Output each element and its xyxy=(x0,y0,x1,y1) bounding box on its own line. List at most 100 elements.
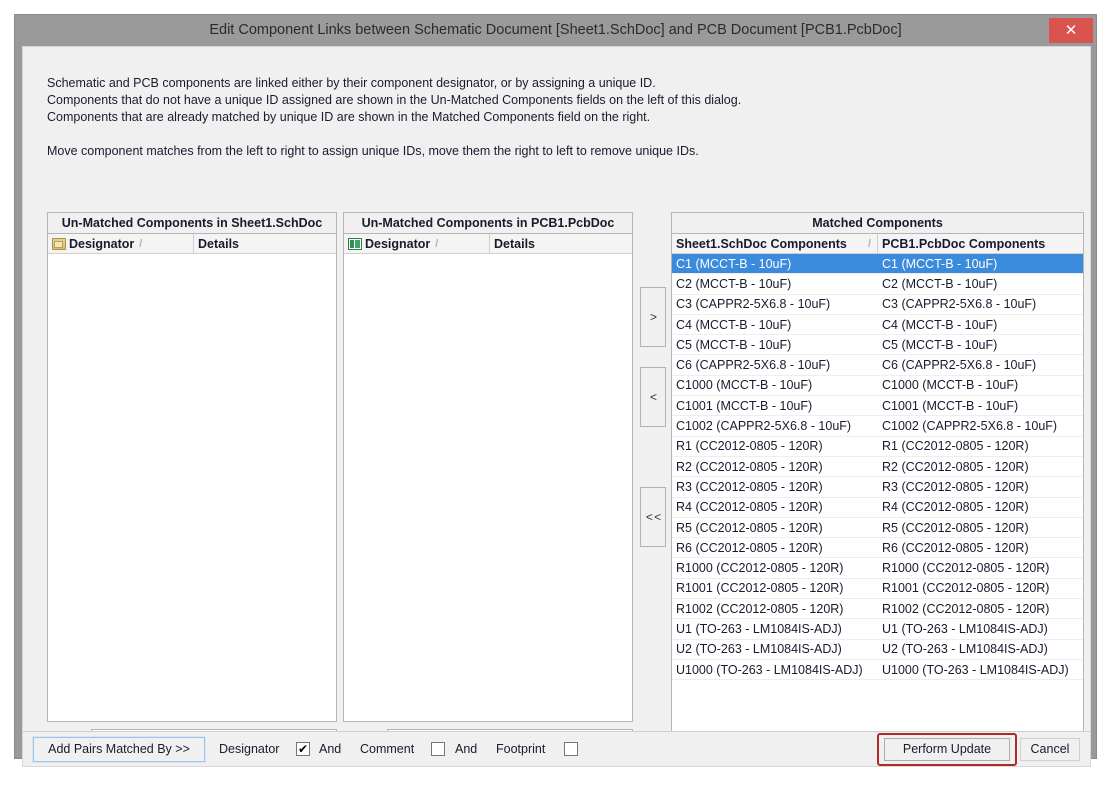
matched-row-pcb-cell: R5 (CC2012-0805 - 120R) xyxy=(882,520,1029,535)
matched-row[interactable]: R3 (CC2012-0805 - 120R) R3 (CC2012-0805 -… xyxy=(672,477,1083,498)
matched-column-header: Sheet1.SchDoc Components / PCB1.PcbDoc C… xyxy=(672,234,1083,254)
matched-row[interactable]: U1000 (TO-263 - LM1084IS-ADJ) U1000 (TO-2… xyxy=(672,660,1083,681)
dialog-client-area: Schematic and PCB components are linked … xyxy=(22,46,1091,753)
matched-row[interactable]: C2 (MCCT-B - 10uF) C2 (MCCT-B - 10uF) xyxy=(672,274,1083,295)
column-pcb-components[interactable]: PCB1.PcbDoc Components xyxy=(878,234,1083,253)
unmatched-pcb-title: Un-Matched Components in PCB1.PcbDoc xyxy=(343,212,633,234)
comment-checkbox[interactable] xyxy=(431,742,445,756)
intro-text: Schematic and PCB components are linked … xyxy=(47,75,1057,160)
matched-row[interactable]: C3 (CAPPR2-5X6.8 - 10uF) C3 (CAPPR2-5X6.8… xyxy=(672,295,1083,315)
unmatched-sch-title: Un-Matched Components in Sheet1.SchDoc xyxy=(47,212,337,234)
matched-row-sch-cell: C1000 (MCCT-B - 10uF) xyxy=(676,378,813,393)
title-bar: Edit Component Links between Schematic D… xyxy=(15,15,1096,46)
matched-row-sch-cell: C3 (CAPPR2-5X6.8 - 10uF) xyxy=(676,297,831,312)
matched-row-pcb-cell: R4 (CC2012-0805 - 120R) xyxy=(882,500,1029,515)
matched-row-sch-cell: C5 (MCCT-B - 10uF) xyxy=(676,337,792,352)
matched-row[interactable]: C1000 (MCCT-B - 10uF) C1000 (MCCT-B - 10u… xyxy=(672,376,1083,397)
matched-row-sch-cell: R6 (CC2012-0805 - 120R) xyxy=(676,540,823,555)
move-all-left-button[interactable]: < < xyxy=(640,487,666,547)
and-label-1: And xyxy=(319,742,342,756)
column-sch-components[interactable]: Sheet1.SchDoc Components / xyxy=(672,234,878,253)
designator-checkbox[interactable]: ✔ xyxy=(296,742,310,756)
unmatched-pcb-listbox[interactable]: Designator / Details xyxy=(343,233,633,722)
matched-row-sch-cell: C6 (CAPPR2-5X6.8 - 10uF) xyxy=(676,358,831,373)
perform-update-button[interactable]: Perform Update xyxy=(884,738,1010,761)
matched-row-sch-cell: C2 (MCCT-B - 10uF) xyxy=(676,276,792,291)
matched-rows-container: C1 (MCCT-B - 10uF) C1 (MCCT-B - 10uF) C2 (… xyxy=(672,254,1083,681)
matched-row[interactable]: U1 (TO-263 - LM1084IS-ADJ) U1 (TO-263 - L… xyxy=(672,619,1083,640)
column-details-label: Details xyxy=(198,236,239,251)
matched-row-sch-cell: C4 (MCCT-B - 10uF) xyxy=(676,317,792,332)
unmatched-sch-listbox[interactable]: Designator / Details xyxy=(47,233,337,722)
column-designator[interactable]: Designator / xyxy=(344,234,490,253)
matched-row-pcb-cell: U1 (TO-263 - LM1084IS-ADJ) xyxy=(882,621,1048,636)
column-details-label: Details xyxy=(494,236,535,251)
matched-row-pcb-cell: C6 (CAPPR2-5X6.8 - 10uF) xyxy=(882,358,1037,373)
matched-row-pcb-cell: R1001 (CC2012-0805 - 120R) xyxy=(882,581,1050,596)
intro-line-1: Schematic and PCB components are linked … xyxy=(47,76,656,90)
column-details[interactable]: Details xyxy=(490,234,632,253)
add-pairs-matched-by-button[interactable]: Add Pairs Matched By >> xyxy=(32,736,206,763)
intro-line-4: Move component matches from the left to … xyxy=(47,144,699,158)
matched-row-pcb-cell: C1002 (CAPPR2-5X6.8 - 10uF) xyxy=(882,419,1058,434)
matched-row-pcb-cell: C1 (MCCT-B - 10uF) xyxy=(882,256,998,271)
matched-row-pcb-cell: C1000 (MCCT-B - 10uF) xyxy=(882,378,1019,393)
matched-row[interactable]: R2 (CC2012-0805 - 120R) R2 (CC2012-0805 -… xyxy=(672,457,1083,478)
matched-row[interactable]: U2 (TO-263 - LM1084IS-ADJ) U2 (TO-263 - L… xyxy=(672,640,1083,660)
matched-row-pcb-cell: R2 (CC2012-0805 - 120R) xyxy=(882,459,1029,474)
matched-row[interactable]: R1002 (CC2012-0805 - 120R) R1002 (CC2012-… xyxy=(672,599,1083,620)
matched-row[interactable]: C6 (CAPPR2-5X6.8 - 10uF) C6 (CAPPR2-5X6.8… xyxy=(672,355,1083,376)
matched-row-sch-cell: R1 (CC2012-0805 - 120R) xyxy=(676,439,823,454)
move-left-button[interactable]: < xyxy=(640,367,666,427)
matched-row-sch-cell: C1 (MCCT-B - 10uF) xyxy=(676,256,792,271)
matched-row[interactable]: C1 (MCCT-B - 10uF) C1 (MCCT-B - 10uF) xyxy=(672,254,1083,275)
matched-components-listbox[interactable]: Sheet1.SchDoc Components / PCB1.PcbDoc C… xyxy=(671,233,1084,742)
column-details[interactable]: Details xyxy=(194,234,336,253)
matched-row-pcb-cell: R1000 (CC2012-0805 - 120R) xyxy=(882,561,1050,576)
matched-row-sch-cell: R1002 (CC2012-0805 - 120R) xyxy=(676,601,844,616)
matched-row[interactable]: R5 (CC2012-0805 - 120R) R5 (CC2012-0805 -… xyxy=(672,518,1083,539)
column-designator[interactable]: Designator / xyxy=(48,234,194,253)
cancel-button[interactable]: Cancel xyxy=(1020,738,1080,761)
and-label-2: And xyxy=(455,742,478,756)
window-title: Edit Component Links between Schematic D… xyxy=(209,22,902,38)
column-designator-label: Designator xyxy=(365,236,431,251)
matched-row-pcb-cell: C2 (MCCT-B - 10uF) xyxy=(882,276,998,291)
move-right-button[interactable]: > xyxy=(640,287,666,347)
column-sch-components-label: Sheet1.SchDoc Components xyxy=(676,236,847,251)
matched-row-pcb-cell: C1001 (MCCT-B - 10uF) xyxy=(882,398,1019,413)
matched-row-pcb-cell: R1 (CC2012-0805 - 120R) xyxy=(882,439,1029,454)
matched-row-sch-cell: U1 (TO-263 - LM1084IS-ADJ) xyxy=(676,621,842,636)
matched-row[interactable]: R1000 (CC2012-0805 - 120R) R1000 (CC2012-… xyxy=(672,558,1083,579)
footprint-checkbox[interactable] xyxy=(564,742,578,756)
sort-ascending-icon: / xyxy=(435,237,439,250)
matched-row-sch-cell: R1000 (CC2012-0805 - 120R) xyxy=(676,561,844,576)
schematic-document-icon xyxy=(52,237,66,250)
matched-row-sch-cell: R1001 (CC2012-0805 - 120R) xyxy=(676,581,844,596)
matched-row-sch-cell: R5 (CC2012-0805 - 120R) xyxy=(676,520,823,535)
matched-row-pcb-cell: U1000 (TO-263 - LM1084IS-ADJ) xyxy=(882,662,1069,677)
matched-row[interactable]: C5 (MCCT-B - 10uF) C5 (MCCT-B - 10uF) xyxy=(672,335,1083,356)
designator-label: Designator xyxy=(219,742,280,756)
matched-components-title: Matched Components xyxy=(671,212,1084,234)
matched-row-pcb-cell: C5 (MCCT-B - 10uF) xyxy=(882,337,998,352)
matched-row-pcb-cell: C3 (CAPPR2-5X6.8 - 10uF) xyxy=(882,297,1037,312)
footprint-label: Footprint xyxy=(496,742,546,756)
matched-row[interactable]: R1 (CC2012-0805 - 120R) R1 (CC2012-0805 -… xyxy=(672,437,1083,457)
matched-row[interactable]: R4 (CC2012-0805 - 120R) R4 (CC2012-0805 -… xyxy=(672,498,1083,518)
matched-row[interactable]: R6 (CC2012-0805 - 120R) R6 (CC2012-0805 -… xyxy=(672,538,1083,559)
unmatched-sch-column-header: Designator / Details xyxy=(48,234,336,254)
matched-row-sch-cell: R4 (CC2012-0805 - 120R) xyxy=(676,500,823,515)
matched-row[interactable]: C1002 (CAPPR2-5X6.8 - 10uF) C1002 (CAPPR2… xyxy=(672,416,1083,437)
matched-row-pcb-cell: R1002 (CC2012-0805 - 120R) xyxy=(882,601,1050,616)
close-icon[interactable]: ✕ xyxy=(1049,18,1093,43)
unmatched-pcb-column-header: Designator / Details xyxy=(344,234,632,254)
comment-label: Comment xyxy=(360,742,415,756)
matched-row-pcb-cell: U2 (TO-263 - LM1084IS-ADJ) xyxy=(882,642,1048,657)
matched-row[interactable]: C4 (MCCT-B - 10uF) C4 (MCCT-B - 10uF) xyxy=(672,315,1083,336)
matched-row[interactable]: R1001 (CC2012-0805 - 120R) R1001 (CC2012-… xyxy=(672,579,1083,600)
sort-ascending-icon: / xyxy=(867,237,871,250)
pcb-document-icon xyxy=(348,237,362,250)
matched-row[interactable]: C1001 (MCCT-B - 10uF) C1001 (MCCT-B - 10u… xyxy=(672,396,1083,417)
intro-line-3: Components that are already matched by u… xyxy=(47,110,651,124)
